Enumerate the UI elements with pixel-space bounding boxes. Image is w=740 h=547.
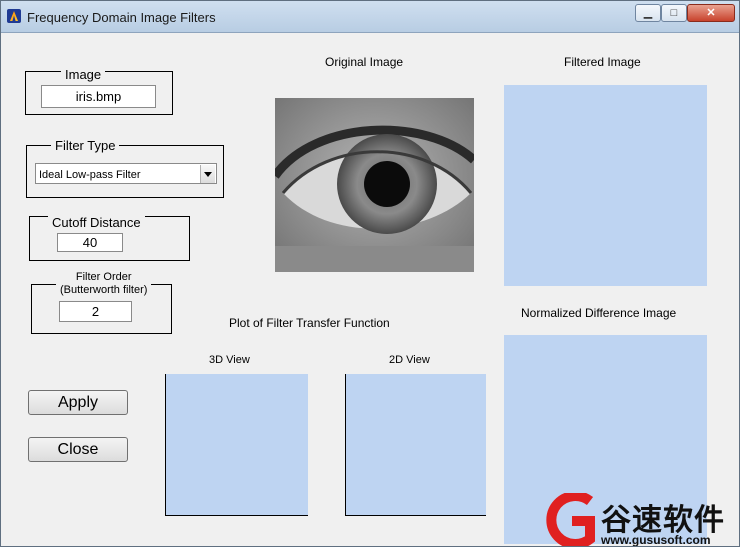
close-button[interactable]: Close	[28, 437, 128, 462]
filter-type-legend: Filter Type	[51, 138, 120, 153]
filter-order-subtitle: (Butterworth filter)	[60, 284, 148, 296]
view-2d-label: 2D View	[389, 354, 430, 366]
figure-area: Image iris.bmp Filter Type Ideal Low-pas…	[5, 33, 735, 544]
app-window: Frequency Domain Image Filters ▁ □ ✕ Ima…	[0, 0, 740, 547]
cutoff-distance-field[interactable]: 40	[57, 233, 123, 252]
watermark-logo: 谷速软件 www.gususoft.com	[544, 491, 739, 547]
difference-image-label: Normalized Difference Image	[521, 306, 677, 320]
gususoft-logo-icon	[546, 491, 595, 546]
close-window-button[interactable]: ✕	[687, 4, 735, 22]
view-3d-label: 3D View	[209, 354, 250, 366]
cutoff-legend: Cutoff Distance	[48, 215, 145, 230]
maximize-button[interactable]: □	[661, 4, 687, 22]
eye-image	[275, 98, 474, 272]
chevron-down-icon[interactable]	[200, 165, 215, 183]
plot-3d-axes	[165, 374, 308, 516]
filtered-image-axes	[504, 85, 707, 286]
plot-2d-axes	[345, 374, 486, 516]
minimize-button[interactable]: ▁	[635, 4, 661, 22]
apply-button[interactable]: Apply	[28, 390, 128, 415]
filter-order-field[interactable]: 2	[59, 301, 132, 322]
filter-order-legend: Filter Order (Butterworth filter)	[56, 271, 152, 297]
image-panel-legend: Image	[61, 67, 106, 82]
filter-type-select[interactable]: Ideal Low-pass Filter	[35, 163, 217, 184]
window-title: Frequency Domain Image Filters	[27, 10, 216, 25]
transfer-function-title: Plot of Filter Transfer Function	[229, 316, 390, 330]
original-image	[275, 98, 474, 272]
filter-order-title: Filter Order	[75, 271, 132, 283]
watermark-url: www.gususoft.com	[601, 533, 711, 547]
matlab-icon	[7, 9, 21, 23]
filter-type-value: Ideal Low-pass Filter	[39, 169, 141, 181]
image-filename-field[interactable]: iris.bmp	[41, 85, 156, 108]
filtered-image-label: Filtered Image	[564, 55, 641, 69]
title-bar[interactable]: Frequency Domain Image Filters ▁ □ ✕	[1, 1, 739, 33]
original-image-label: Original Image	[325, 55, 404, 69]
